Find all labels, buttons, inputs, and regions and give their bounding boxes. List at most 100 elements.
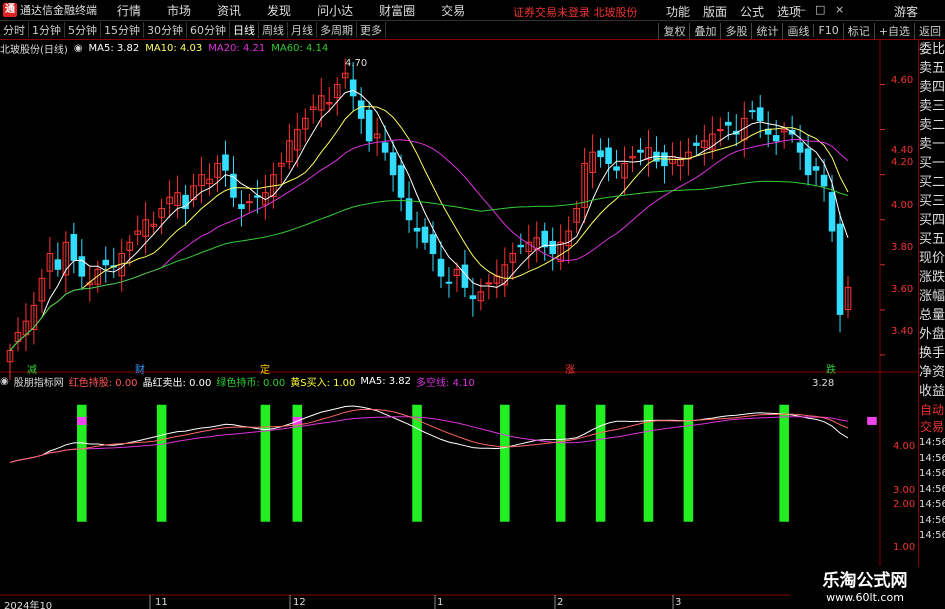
green-hold-bar bbox=[260, 404, 271, 522]
panel-item: 委比 bbox=[919, 42, 945, 57]
candle-body bbox=[485, 282, 493, 285]
watermark-title: 乐淘公式网 bbox=[822, 571, 908, 591]
candle-body bbox=[828, 192, 836, 232]
tick-time: 14:56 bbox=[919, 452, 945, 464]
sub-indicator-bars bbox=[77, 404, 877, 522]
date-label: 2024年10 bbox=[4, 601, 53, 609]
candle-body bbox=[230, 173, 237, 198]
panel-item: 现价 bbox=[919, 251, 945, 266]
sub-settings-icon[interactable]: ◉ bbox=[0, 376, 9, 387]
candle-body bbox=[102, 259, 110, 266]
candle-body bbox=[405, 198, 413, 221]
candle-body bbox=[804, 148, 812, 176]
panel-item: 总量 bbox=[919, 308, 945, 323]
sub-indicator-title[interactable]: 股朋指标网 bbox=[14, 374, 64, 389]
candle-body bbox=[748, 110, 756, 113]
kline-chart[interactable] bbox=[0, 0, 918, 609]
trade-label[interactable]: 交易 bbox=[919, 419, 945, 435]
candle-body bbox=[357, 100, 365, 119]
ma20-label: MA20: 4.21 bbox=[208, 42, 266, 54]
panel-item: 净资 bbox=[919, 365, 945, 380]
sub-tick: 2.00 bbox=[893, 499, 916, 510]
green-hold-bar bbox=[683, 404, 694, 522]
candle-body bbox=[517, 244, 525, 248]
high-price-label: 4.70 bbox=[345, 58, 368, 69]
sub-tick: 3.00 bbox=[893, 485, 916, 496]
candle-body bbox=[365, 109, 373, 142]
candle-body bbox=[381, 142, 389, 153]
panel-item: 买一 bbox=[919, 156, 945, 171]
ma5-label: MA5: 3.82 bbox=[88, 42, 140, 54]
date-label: 12 bbox=[293, 597, 306, 608]
panel-item: 买五 bbox=[919, 232, 945, 247]
green-hold-bar bbox=[156, 404, 167, 522]
panel-item: 卖五 bbox=[919, 61, 945, 76]
candles bbox=[6, 58, 852, 380]
ma10-label: MA10: 4.03 bbox=[145, 42, 203, 54]
candle-body bbox=[820, 174, 828, 187]
candle-body bbox=[693, 142, 700, 146]
date-label: 11 bbox=[155, 597, 168, 608]
candle-body bbox=[421, 226, 429, 243]
tick-time: 14:56 bbox=[919, 499, 945, 510]
panel-item: 卖四 bbox=[919, 80, 945, 95]
candle-body bbox=[724, 121, 732, 126]
marker-finance[interactable]: 财 bbox=[135, 361, 145, 376]
crystal-sell-label: 晶红卖出: 0.00 bbox=[142, 377, 212, 389]
magenta-sell-bar bbox=[867, 416, 877, 425]
sub-ma10-line bbox=[9, 409, 849, 463]
grid bbox=[0, 40, 918, 609]
marker-fixed[interactable]: 定 bbox=[260, 361, 270, 376]
watermark: 乐淘公式网 www.60lt.com bbox=[790, 566, 940, 609]
magenta-sell-bar bbox=[77, 416, 87, 425]
candle-body bbox=[812, 166, 820, 171]
price-tick: 4.00 bbox=[891, 200, 914, 211]
sub-info-bar: ◉ 股朋指标网 红色持股: 0.00 晶红卖出: 0.00 绿色持币: 0.00… bbox=[0, 374, 480, 389]
dropdown-icon[interactable]: ◉ bbox=[74, 43, 83, 54]
watermark-url: www.60lt.com bbox=[826, 591, 904, 604]
candle-body bbox=[70, 234, 78, 261]
price-tick: 3.60 bbox=[891, 284, 914, 295]
panel-item: 涨幅 bbox=[919, 289, 945, 304]
long-short-line bbox=[9, 416, 849, 463]
order-book-panel: 委比 卖五 卖四 卖三 卖二 卖一 买一 买二 买三 买四 买五 现价 涨跌 涨… bbox=[918, 40, 945, 609]
tick-time: 14:56 bbox=[919, 437, 945, 448]
candle-body bbox=[836, 223, 844, 315]
auto-trade-button[interactable]: 自动 bbox=[919, 401, 945, 419]
panel-item: 外盘 bbox=[919, 327, 945, 342]
tick-time: 14:56 bbox=[919, 514, 945, 526]
panel-item: 买三 bbox=[919, 194, 945, 209]
price-tick: 3.80 bbox=[891, 242, 914, 253]
candle-body bbox=[597, 150, 604, 158]
tick-time: 14:56 bbox=[919, 483, 945, 495]
long-short-label: 多空线: 4.10 bbox=[416, 377, 475, 389]
sub-ma5-label: MA5: 3.82 bbox=[360, 375, 412, 387]
candle-body bbox=[78, 256, 86, 277]
sub-tick: 1.00 bbox=[893, 542, 916, 553]
sub-indicator-lines bbox=[9, 405, 849, 463]
marker-reduce[interactable]: 减 bbox=[27, 361, 37, 376]
candle-body bbox=[637, 149, 644, 153]
green-hold-bar bbox=[412, 404, 422, 522]
candle-body bbox=[605, 147, 612, 164]
green-hold-bar bbox=[500, 404, 510, 522]
main-info-bar: 北玻股份(日线) ◉ MA5: 3.82 MA10: 4.03 MA20: 4.… bbox=[0, 40, 334, 56]
back-button[interactable]: 返回 bbox=[914, 22, 945, 39]
green-hold-bar bbox=[595, 404, 606, 522]
candle-body bbox=[246, 201, 253, 204]
panel-item: 涨跌 bbox=[919, 270, 945, 285]
stock-title[interactable]: 北玻股份(日线) bbox=[0, 41, 68, 56]
sub-ma5-line bbox=[9, 405, 849, 463]
price-tick: 4.40 bbox=[891, 145, 914, 156]
candle-body bbox=[413, 227, 421, 232]
candle-body bbox=[469, 295, 477, 300]
candle-body bbox=[238, 204, 245, 209]
sub-tick: 4.00 bbox=[893, 441, 916, 452]
yellow-buy-label: 黄S买入: 1.00 bbox=[290, 377, 356, 389]
candle-body bbox=[541, 230, 549, 248]
marker-fall[interactable]: 跌 bbox=[826, 361, 836, 376]
candle-body bbox=[222, 154, 229, 171]
marker-rise[interactable]: 涨 bbox=[565, 361, 575, 376]
candle-body bbox=[429, 234, 437, 255]
ma10-line bbox=[9, 106, 849, 351]
